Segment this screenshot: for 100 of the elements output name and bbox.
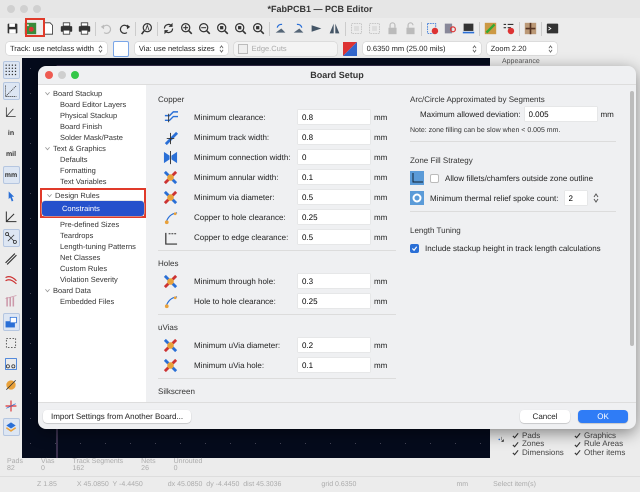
input-field[interactable]: 0.2: [298, 338, 370, 352]
window-close-button[interactable]: [45, 71, 53, 79]
field-label: Minimum clearance:: [194, 112, 267, 122]
fillet-icon: [410, 171, 424, 185]
auto-width-icon[interactable]: [112, 40, 129, 56]
unit-label: mm: [374, 192, 388, 202]
section-heading: uVias: [158, 323, 178, 332]
save-icon[interactable]: [5, 21, 20, 36]
zoom-objects-icon[interactable]: [233, 21, 248, 36]
via-rule-icon: [163, 190, 178, 204]
layer-pair-icon[interactable]: [461, 21, 476, 36]
dialog-title: Board Setup: [310, 70, 364, 80]
input-field[interactable]: 0: [298, 150, 370, 164]
inspector-icon[interactable]: [443, 21, 458, 36]
layer-pair-icon[interactable]: [342, 42, 357, 56]
section-heading: Arc/Circle Approximated by Segments: [410, 95, 545, 104]
unit-label: mm: [374, 172, 388, 182]
stepper-icon[interactable]: [592, 193, 598, 203]
unit-label: mm: [374, 112, 388, 122]
input-field[interactable]: 0.25: [298, 294, 370, 308]
unit-label: mm: [374, 132, 388, 142]
field-label: Copper to edge clearance:: [194, 232, 290, 242]
plotter-icon[interactable]: [77, 21, 92, 36]
checkbox[interactable]: [410, 244, 419, 252]
via-rule-icon: [163, 170, 178, 184]
field-label: Minimum track width:: [194, 132, 270, 142]
input-field[interactable]: 0.8: [298, 130, 370, 144]
window-title: *FabPCB1 — PCB Editor: [267, 4, 372, 14]
field-label: Minimum uVia diameter:: [194, 340, 282, 350]
unit-label: mm: [374, 296, 388, 306]
visibility-toggle[interactable]: Zones: [512, 440, 574, 448]
netlist-icon[interactable]: [425, 21, 440, 36]
chevron-icon[interactable]: [45, 146, 50, 151]
section-heading: Length Tuning: [410, 226, 461, 235]
track-rule-icon: [163, 130, 178, 144]
input-field[interactable]: 0.5: [298, 190, 370, 204]
unit-label: mm: [600, 110, 614, 118]
zoom-in-icon[interactable]: [179, 21, 194, 36]
zoom-selection-icon[interactable]: [251, 21, 266, 36]
footprint-icon[interactable]: [2, 355, 20, 373]
import-settings-button[interactable]: Import Settings from Another Board...: [43, 410, 192, 422]
layer-icon[interactable]: [2, 313, 20, 331]
field-label: Minimum through hole:: [194, 276, 276, 286]
ok-button[interactable]: OK: [578, 410, 628, 422]
unit-label: mm: [374, 276, 388, 286]
spin-field[interactable]: 2: [564, 191, 586, 205]
annotation-frame: [25, 18, 45, 37]
section-heading: Holes: [158, 259, 178, 268]
zoom-fit-icon[interactable]: [215, 21, 230, 36]
hole-rule-icon: [163, 294, 178, 308]
zoom-out-icon[interactable]: [197, 21, 212, 36]
visibility-toggle[interactable]: Graphics: [574, 432, 636, 440]
terminal-icon[interactable]: [545, 21, 560, 36]
unit-label: mm: [374, 212, 388, 222]
unit-label: mm: [374, 232, 388, 242]
cancel-button[interactable]: Cancel: [520, 410, 570, 422]
input-field[interactable]: 0.8: [298, 110, 370, 124]
input-field[interactable]: 0.3: [298, 274, 370, 288]
unit-label: mm: [374, 360, 388, 370]
scrollbar[interactable]: [630, 91, 634, 346]
field-label: Minimum uVia hole:: [194, 360, 266, 370]
via-rule-icon: [163, 274, 178, 288]
chevron-icon[interactable]: [47, 193, 52, 198]
input-field[interactable]: 0.005: [524, 107, 596, 121]
field-label: Maximum allowed deviation:: [420, 110, 520, 118]
unit-label: mm: [374, 340, 388, 350]
input-field[interactable]: 0.25: [298, 210, 370, 224]
stepper-icon: [472, 44, 477, 52]
checkbox-label: Allow fillets/chamfers outside zone outline: [445, 174, 594, 182]
input-field[interactable]: 0.1: [298, 170, 370, 184]
visibility-toggle[interactable]: Dimensions: [512, 448, 574, 457]
chevron-icon[interactable]: [45, 288, 50, 293]
visibility-toggle[interactable]: Other items: [574, 448, 636, 457]
via-rule-icon: [163, 358, 178, 372]
visibility-toggle[interactable]: Pads: [512, 432, 574, 440]
checklist-icon[interactable]: [501, 21, 516, 36]
checkbox-label: Include stackup height in track length calculations: [425, 244, 601, 252]
stack-icon[interactable]: [2, 418, 20, 436]
printer-icon[interactable]: [59, 21, 74, 36]
via-rule-icon: [163, 338, 178, 352]
clearance-rule-icon: [163, 110, 178, 124]
search-icon[interactable]: [139, 21, 154, 36]
input-field[interactable]: 0.1: [298, 358, 370, 372]
stepper-icon: [98, 44, 103, 52]
scripting-icon[interactable]: [523, 21, 538, 36]
chevron-icon[interactable]: [45, 91, 50, 96]
visibility-toggle[interactable]: Rule Areas: [574, 440, 636, 448]
ratsnest-icon[interactable]: [2, 229, 20, 247]
dots-icon[interactable]: [2, 61, 20, 79]
refresh-icon[interactable]: [161, 21, 176, 36]
field-label: Minimum connection width:: [194, 152, 292, 162]
field-label: Copper to hole clearance:: [194, 212, 287, 222]
stepper-icon: [548, 44, 553, 52]
field-label: Minimum thermal relief spoke count:: [430, 194, 558, 202]
checkbox[interactable]: [430, 174, 439, 182]
field-label: Minimum via diameter:: [194, 192, 276, 202]
input-field[interactable]: 0.5: [298, 230, 370, 244]
field-label: Minimum annular width:: [194, 172, 280, 182]
section-heading: Zone Fill Strategy: [410, 156, 473, 165]
grid-icon[interactable]: [2, 82, 20, 100]
